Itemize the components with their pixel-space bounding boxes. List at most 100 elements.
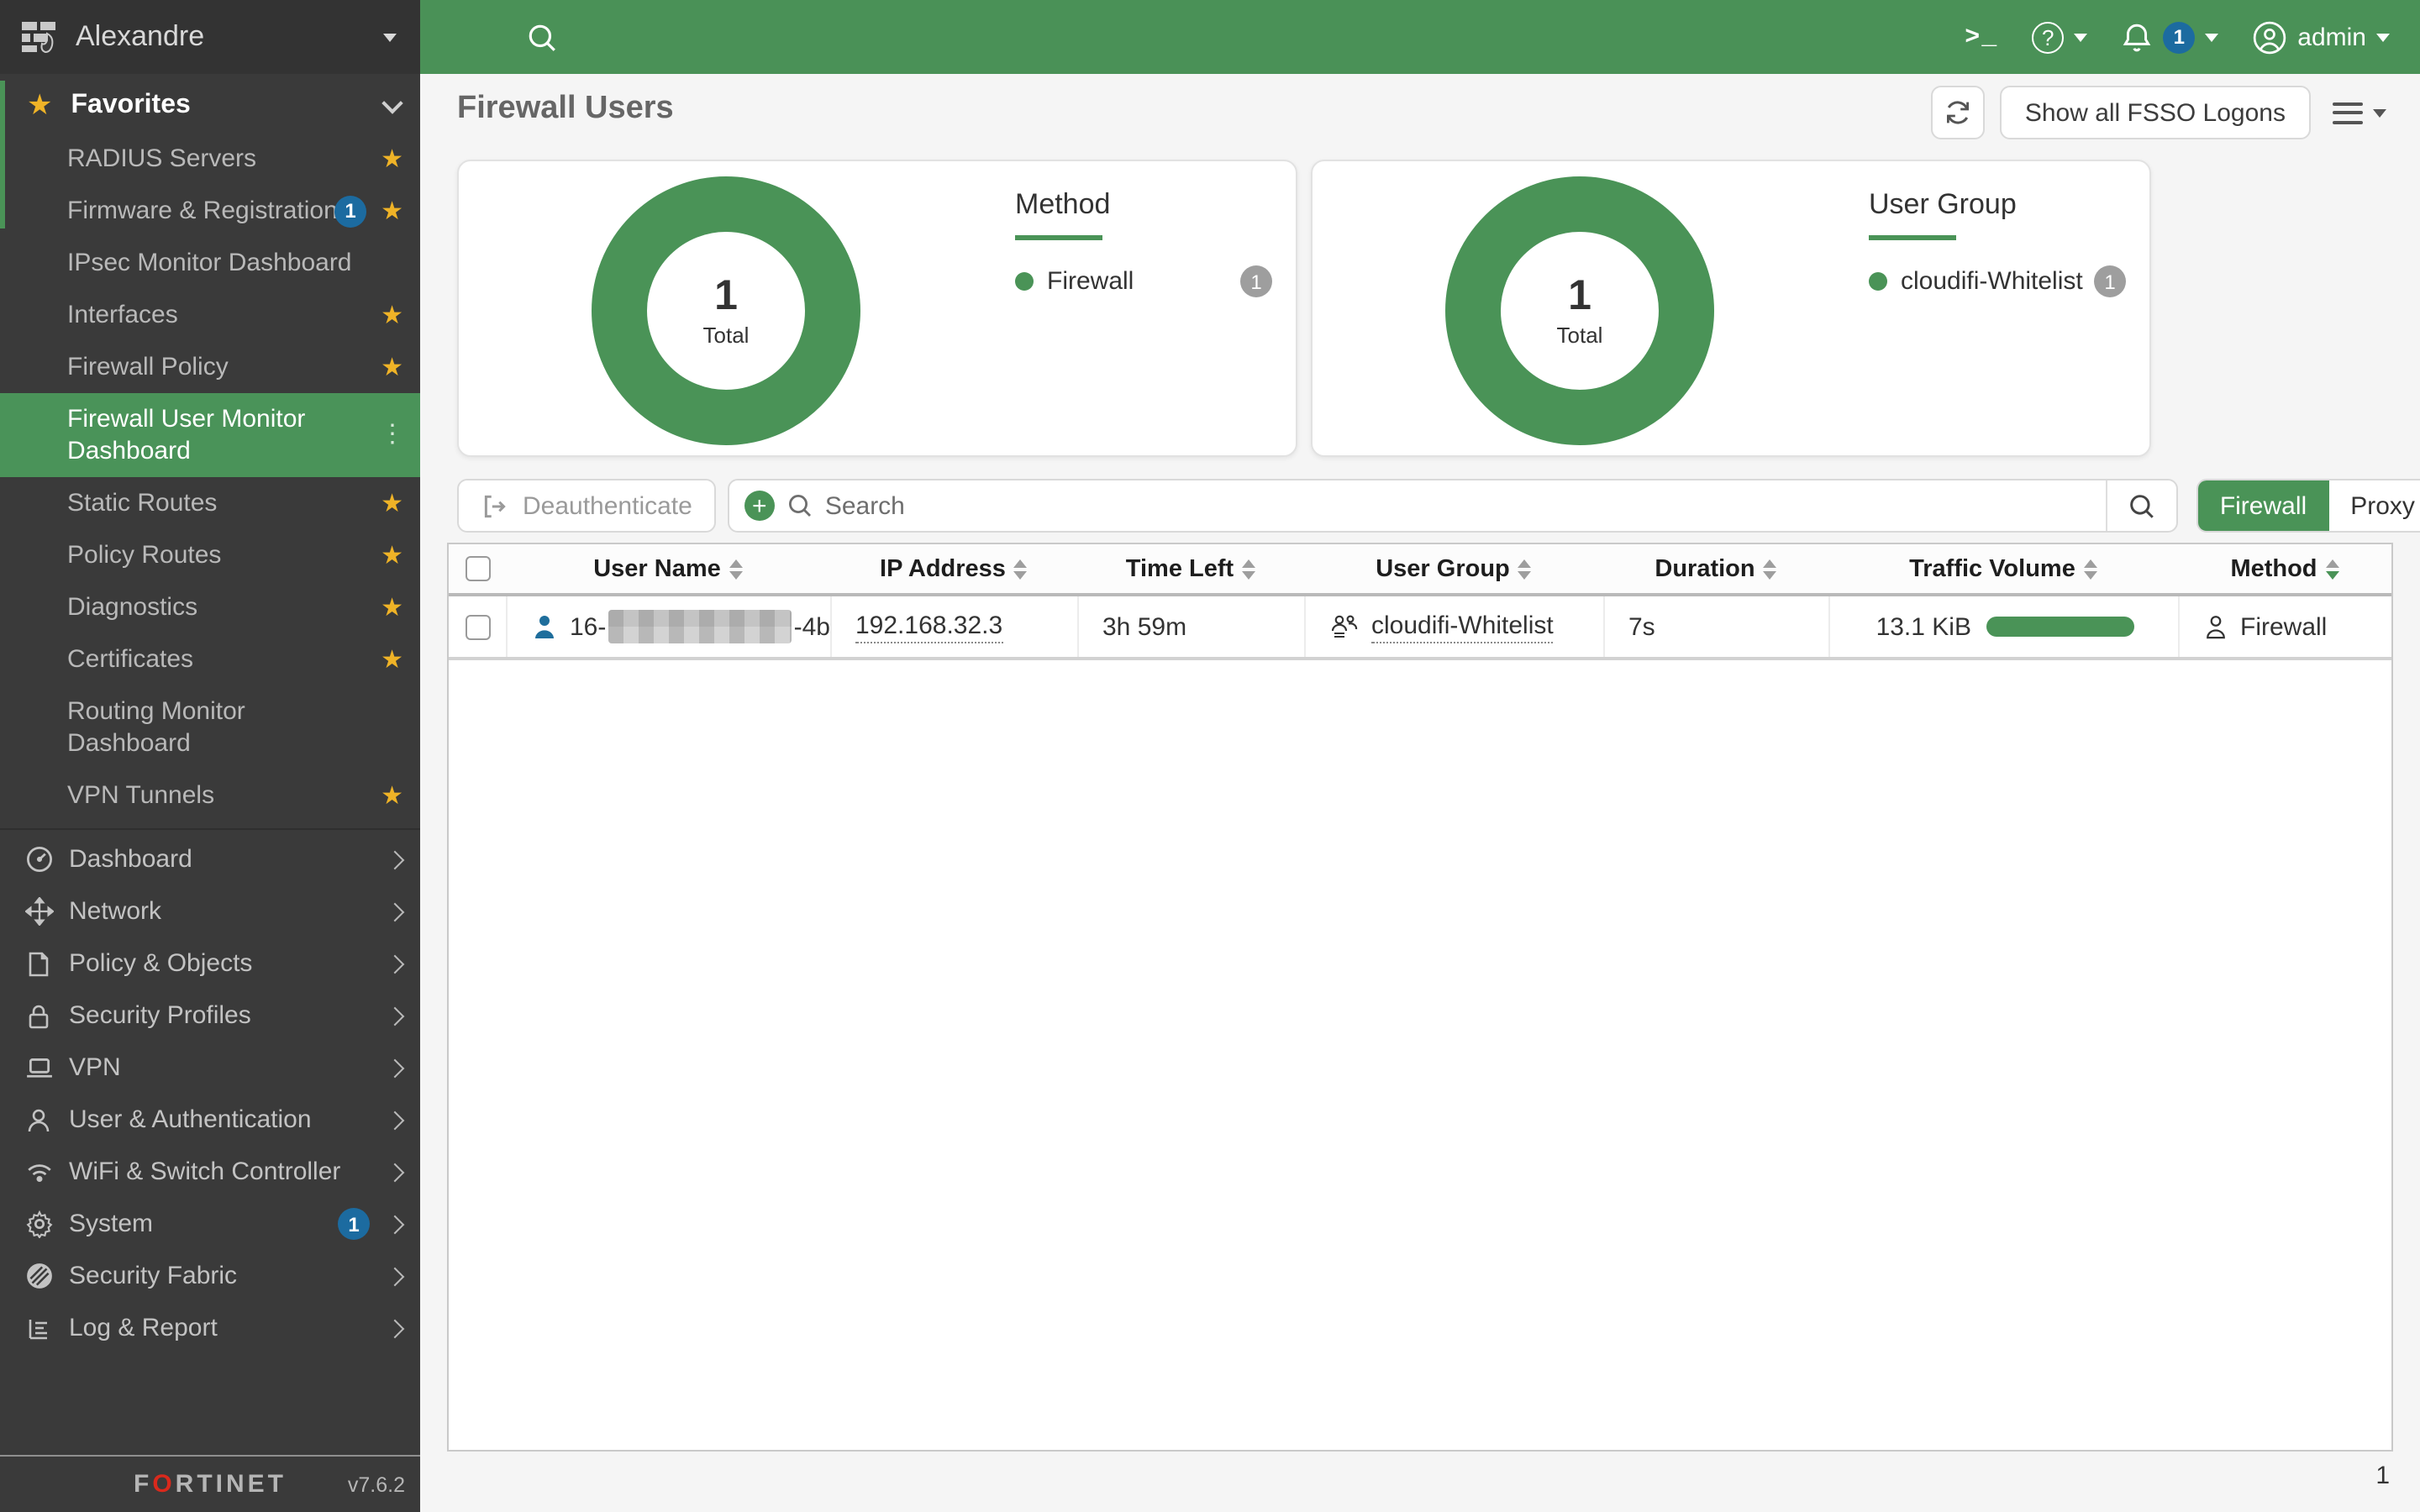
sidebar-item-log-report[interactable]: Log & Report (0, 1302, 420, 1354)
star-icon[interactable]: ★ (381, 487, 403, 519)
select-all-checkbox[interactable] (465, 556, 490, 581)
sidebar-item-static-routes[interactable]: Static Routes ★ (0, 477, 420, 529)
column-header-ip-address[interactable]: IP Address (830, 555, 1077, 582)
device-selector[interactable]: Alexandre (0, 0, 420, 74)
item-label: VPN Tunnels (67, 781, 214, 810)
item-label: Firewall User Monitor Dashboard (67, 405, 305, 465)
refresh-button[interactable] (1931, 86, 1985, 139)
page-title: Firewall Users (457, 91, 674, 128)
tab-proxy[interactable]: Proxy (2328, 480, 2420, 531)
star-icon[interactable]: ★ (381, 143, 403, 175)
item-label: Static Routes (67, 489, 217, 517)
favorites-header[interactable]: ★ Favorites (0, 74, 420, 133)
lock-icon (24, 1000, 54, 1031)
column-header-time-left[interactable]: Time Left (1077, 555, 1304, 582)
sidebar-item-ipsec-monitor-dashboard[interactable]: IPsec Monitor Dashboard (0, 237, 420, 289)
fortigate-app: Alexandre ★ Favorites RADIUS Servers ★ F… (0, 0, 2420, 1512)
add-filter-icon[interactable]: + (744, 491, 775, 521)
sidebar-item-certificates[interactable]: Certificates ★ (0, 633, 420, 685)
legend-underline (1015, 235, 1102, 240)
column-header-duration[interactable]: Duration (1603, 555, 1828, 582)
sidebar-item-firmware-registration[interactable]: Firmware & Registration 1 ★ (0, 185, 420, 237)
chevron-down-icon (383, 33, 397, 41)
user-group-summary-card: 1 Total User Group cloudifi-Whitelist 1 (1311, 160, 2151, 457)
tab-firewall[interactable]: Firewall (2198, 480, 2328, 531)
collapse-sidebar-icon[interactable] (452, 25, 486, 49)
sidebar-item-vpn[interactable]: VPN (0, 1042, 420, 1094)
sidebar-item-diagnostics[interactable]: Diagnostics ★ (0, 581, 420, 633)
item-label: VPN (69, 1053, 121, 1082)
sidebar-item-firewall-user-monitor-dashboard[interactable]: Firewall User Monitor Dashboard ⋮ (0, 393, 420, 477)
chevron-right-icon (386, 1110, 405, 1130)
sidebar-item-firewall-policy[interactable]: Firewall Policy ★ (0, 341, 420, 393)
item-label: Firmware & Registration (67, 197, 338, 225)
chevron-right-icon (386, 902, 405, 921)
star-icon[interactable]: ★ (381, 591, 403, 623)
star-icon[interactable]: ★ (381, 351, 403, 383)
sidebar-item-vpn-tunnels[interactable]: VPN Tunnels ★ (0, 769, 420, 822)
legend-count-badge: 1 (1240, 265, 1272, 297)
show-fsso-logons-button[interactable]: Show all FSSO Logons (2000, 86, 2311, 139)
user-group-link[interactable]: cloudifi-Whitelist (1371, 611, 1554, 643)
column-label: Duration (1655, 555, 1754, 582)
item-label: Interfaces (67, 301, 178, 329)
column-label: User Name (593, 555, 721, 582)
chevron-right-icon (386, 954, 405, 974)
view-options-menu[interactable] (2333, 102, 2386, 123)
legend-item-cloudifi-whitelist[interactable]: cloudifi-Whitelist 1 (1869, 265, 2126, 297)
ip-address-link[interactable]: 192.168.32.3 (855, 611, 1002, 643)
column-header-user-group[interactable]: User Group (1304, 555, 1603, 582)
table-row[interactable]: 16--4b 192.168.32.3 3h 59m cloudif (449, 596, 2391, 660)
duration-cell: 7s (1603, 596, 1828, 657)
bell-icon (2121, 21, 2153, 53)
sidebar-item-security-fabric[interactable]: Security Fabric (0, 1250, 420, 1302)
cli-console-icon[interactable]: >_ (1965, 23, 1998, 51)
firewall-users-table: User Name IP Address Time Left User Grou… (447, 543, 2393, 1452)
help-menu[interactable]: ? (2032, 21, 2087, 53)
global-search-icon[interactable] (526, 21, 558, 53)
sidebar-item-interfaces[interactable]: Interfaces ★ (0, 289, 420, 341)
column-header-user-name[interactable]: User Name (506, 555, 830, 582)
item-label: WiFi & Switch Controller (69, 1158, 340, 1186)
network-icon (24, 896, 54, 927)
sidebar-item-security-profiles[interactable]: Security Profiles (0, 990, 420, 1042)
column-header-traffic-volume[interactable]: Traffic Volume (1828, 555, 2178, 582)
search-submit-button[interactable] (2106, 480, 2176, 531)
sidebar-item-policy-objects[interactable]: Policy & Objects (0, 937, 420, 990)
search-input[interactable] (825, 491, 2106, 520)
select-all-checkbox-cell (449, 556, 506, 581)
sidebar-item-radius-servers[interactable]: RADIUS Servers ★ (0, 133, 420, 185)
star-icon[interactable]: ★ (381, 780, 403, 811)
admin-menu[interactable]: admin (2252, 19, 2390, 55)
traffic-volume-cell: 13.1 KiB (1828, 596, 2178, 657)
star-icon[interactable]: ★ (381, 539, 403, 571)
notifications-menu[interactable]: 1 (2121, 21, 2218, 53)
legend-item-firewall[interactable]: Firewall 1 (1015, 265, 1272, 297)
user-group-cell: cloudifi-Whitelist (1304, 596, 1603, 657)
star-icon[interactable]: ★ (381, 195, 403, 227)
time-left-cell: 3h 59m (1077, 596, 1304, 657)
search-icon (786, 492, 813, 519)
item-label: Certificates (67, 645, 193, 674)
star-icon[interactable]: ★ (381, 299, 403, 331)
kebab-menu-icon[interactable]: ⋮ (380, 423, 405, 447)
sidebar-item-wifi-switch-controller[interactable]: WiFi & Switch Controller (0, 1146, 420, 1198)
security-fabric-icon (24, 1261, 54, 1291)
user-name-suffix: -4b (794, 612, 830, 641)
sidebar-main-menu: Dashboard Network Policy (0, 828, 420, 1354)
sort-icon (1242, 559, 1255, 579)
deauthenticate-button[interactable]: Deauthenticate (457, 479, 716, 533)
sidebar-item-user-authentication[interactable]: User & Authentication (0, 1094, 420, 1146)
sidebar-item-network[interactable]: Network (0, 885, 420, 937)
firewall-proxy-toggle: Firewall Proxy (2196, 479, 2420, 533)
sort-icon (1764, 559, 1777, 579)
row-checkbox[interactable] (465, 614, 490, 639)
legend-label: Firewall (1047, 267, 1134, 296)
column-header-method[interactable]: Method (2178, 555, 2391, 582)
sidebar-item-dashboard[interactable]: Dashboard (0, 833, 420, 885)
sidebar-item-system[interactable]: System 1 (0, 1198, 420, 1250)
sidebar-item-routing-monitor-dashboard[interactable]: Routing Monitor Dashboard (0, 685, 420, 769)
star-icon[interactable]: ★ (381, 643, 403, 675)
column-label: IP Address (880, 555, 1006, 582)
sidebar-item-policy-routes[interactable]: Policy Routes ★ (0, 529, 420, 581)
